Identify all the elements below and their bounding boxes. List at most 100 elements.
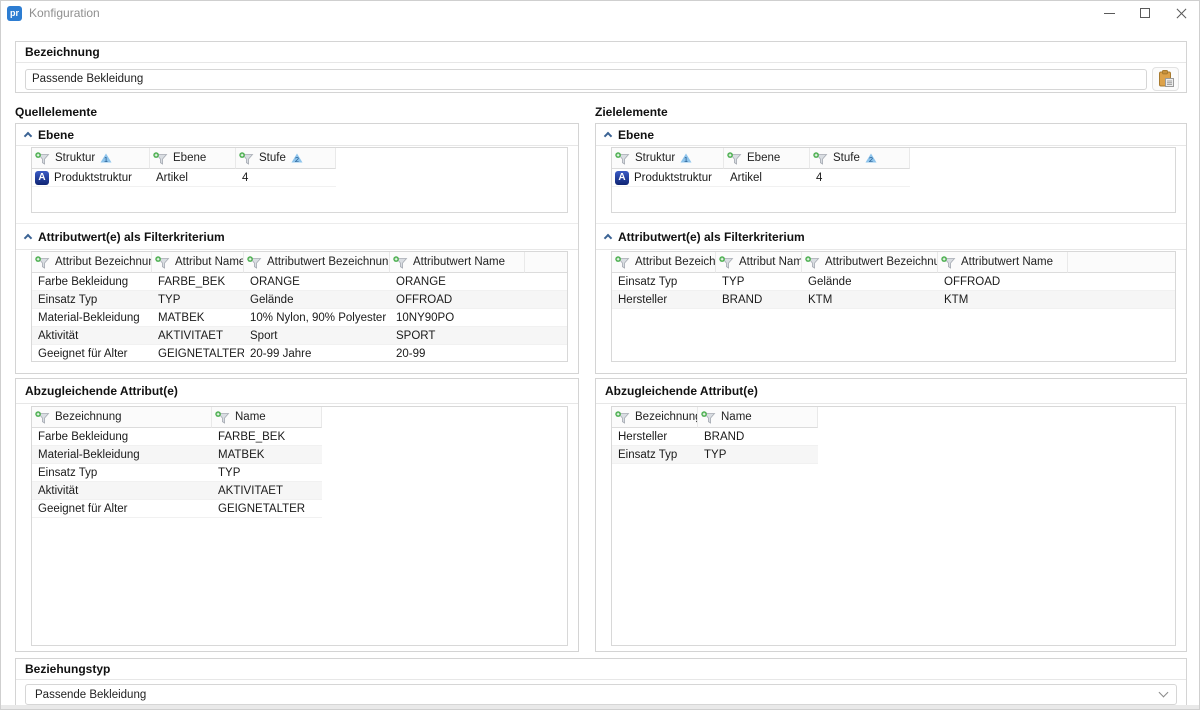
column-label: Attribut Bezeichnung bbox=[55, 256, 152, 268]
cell: Material-Bekleidung bbox=[32, 446, 212, 464]
column-header-bezeichnung[interactable]: Bezeichnung bbox=[612, 407, 698, 428]
add-filter-icon[interactable] bbox=[615, 152, 630, 165]
cell bbox=[525, 345, 567, 362]
table-row[interactable]: AktivitätAKTIVITAETSportSPORT bbox=[32, 327, 567, 345]
group-header-source-filter[interactable]: Attributwert(e) als Filterkriterium bbox=[16, 223, 578, 250]
add-filter-icon[interactable] bbox=[247, 256, 262, 269]
cell: 20-99 bbox=[390, 345, 525, 362]
sort-order-icon[interactable]: 2 bbox=[865, 153, 877, 163]
table-row[interactable]: Material-BekleidungMATBEK bbox=[32, 446, 322, 464]
svg-text:1: 1 bbox=[684, 155, 688, 163]
column-header-attribut-bezeichnung[interactable]: Attribut Bezeichnung bbox=[612, 252, 716, 273]
table-row[interactable]: Einsatz TypTYPGeländeOFFROAD bbox=[612, 273, 1175, 291]
group-title: Ebene bbox=[38, 128, 74, 142]
source-column-title: Quellelemente bbox=[15, 105, 97, 123]
column-header-stufe[interactable]: Stufe 2 bbox=[810, 148, 910, 169]
grid-target-ebene: Struktur1 Ebene Stufe 2 AProduktstrukturArti… bbox=[611, 147, 1176, 213]
cell: MATBEK bbox=[152, 309, 244, 327]
column-header-struktur[interactable]: Struktur1 bbox=[32, 148, 150, 169]
cell: KTM bbox=[802, 291, 938, 309]
table-row[interactable]: HerstellerBRANDKTMKTM bbox=[612, 291, 1175, 309]
cell: ORANGE bbox=[244, 273, 390, 291]
column-header-attributwert-bezeichnung[interactable]: Attributwert Bezeichnung bbox=[244, 252, 390, 273]
column-header-struktur[interactable]: Struktur1 bbox=[612, 148, 724, 169]
add-filter-icon[interactable] bbox=[155, 256, 170, 269]
cell: Gelände bbox=[802, 273, 938, 291]
svg-text:2: 2 bbox=[869, 155, 873, 163]
cell bbox=[1068, 291, 1175, 309]
column-label: Ebene bbox=[173, 152, 206, 164]
table-row[interactable]: Geeignet für AlterGEIGNETALTER bbox=[32, 500, 322, 518]
add-filter-icon[interactable] bbox=[35, 411, 50, 424]
beziehungstyp-select[interactable]: Passende Bekleidung bbox=[25, 684, 1177, 705]
group-header-target-filter[interactable]: Attributwert(e) als Filterkriterium bbox=[596, 223, 1186, 250]
column-header-attributwert-name[interactable]: Attributwert Name bbox=[938, 252, 1068, 273]
column-header-attributwert-name[interactable]: Attributwert Name bbox=[390, 252, 525, 273]
cell: Sport bbox=[244, 327, 390, 345]
table-row[interactable]: AProduktstrukturArtikel4 bbox=[32, 169, 336, 187]
konfiguration-window: pr Konfiguration Bezeichnung bbox=[0, 0, 1200, 710]
collapse-icon bbox=[24, 234, 32, 242]
add-filter-icon[interactable] bbox=[805, 256, 820, 269]
add-filter-icon[interactable] bbox=[615, 411, 630, 424]
column-header-bezeichnung[interactable]: Bezeichnung bbox=[32, 407, 212, 428]
table-row[interactable]: Farbe BekleidungFARBE_BEKORANGEORANGE bbox=[32, 273, 567, 291]
table-row[interactable]: Geeignet für AlterGEIGNETALTER20-99 Jahr… bbox=[32, 345, 567, 362]
column-header-ebene[interactable]: Ebene bbox=[724, 148, 810, 169]
cell: Artikel bbox=[724, 169, 810, 187]
column-header-name[interactable]: Name bbox=[212, 407, 322, 428]
column-header-attribut-name[interactable]: Attribut Name bbox=[152, 252, 244, 273]
cell: 4 bbox=[236, 169, 336, 187]
column-label: Ebene bbox=[747, 152, 780, 164]
window-title: Konfiguration bbox=[29, 6, 100, 20]
minimize-button[interactable] bbox=[1091, 1, 1127, 25]
add-filter-icon[interactable] bbox=[215, 411, 230, 424]
add-filter-icon[interactable] bbox=[727, 152, 742, 165]
sort-order-icon[interactable]: 1 bbox=[100, 153, 112, 163]
data-grid-table: BezeichnungNameFarbe BekleidungFARBE_BEK… bbox=[32, 407, 322, 518]
column-label: Stufe bbox=[833, 152, 860, 164]
table-row[interactable]: HerstellerBRAND bbox=[612, 428, 818, 446]
cell: AProduktstruktur bbox=[32, 169, 150, 187]
group-header-target-ebene[interactable]: Ebene bbox=[596, 124, 1186, 146]
add-filter-icon[interactable] bbox=[35, 256, 50, 269]
column-header-attribut-name[interactable]: Attribut Name bbox=[716, 252, 802, 273]
group-header-source-ebene[interactable]: Ebene bbox=[16, 124, 578, 146]
cell: Einsatz Typ bbox=[612, 446, 698, 464]
column-header-name[interactable]: Name bbox=[698, 407, 818, 428]
bezeichnung-input[interactable] bbox=[25, 69, 1147, 90]
table-row[interactable]: Material-BekleidungMATBEK10% Nylon, 90% … bbox=[32, 309, 567, 327]
close-button[interactable] bbox=[1163, 1, 1199, 25]
add-filter-icon[interactable] bbox=[239, 152, 254, 165]
table-row[interactable]: Einsatz TypTYP bbox=[32, 464, 322, 482]
add-filter-icon[interactable] bbox=[701, 411, 716, 424]
column-header-attribut-bezeichnung[interactable]: Attribut Bezeichnung bbox=[32, 252, 152, 273]
add-filter-icon[interactable] bbox=[153, 152, 168, 165]
maximize-button[interactable] bbox=[1127, 1, 1163, 25]
column-label: Bezeichnung bbox=[635, 411, 698, 423]
cell: SPORT bbox=[390, 327, 525, 345]
add-filter-icon[interactable] bbox=[813, 152, 828, 165]
table-row[interactable]: Farbe BekleidungFARBE_BEK bbox=[32, 428, 322, 446]
table-row[interactable]: Einsatz TypTYPGeländeOFFROAD bbox=[32, 291, 567, 309]
column-header-attributwert-bezeichnung[interactable]: Attributwert Bezeichnung bbox=[802, 252, 938, 273]
sort-order-icon[interactable]: 1 bbox=[680, 153, 692, 163]
add-filter-icon[interactable] bbox=[393, 256, 408, 269]
add-filter-icon[interactable] bbox=[615, 256, 630, 269]
column-header-ebene[interactable]: Ebene bbox=[150, 148, 236, 169]
sort-order-icon[interactable]: 2 bbox=[291, 153, 303, 163]
table-row[interactable]: Einsatz TypTYP bbox=[612, 446, 818, 464]
add-filter-icon[interactable] bbox=[35, 152, 50, 165]
cell: Geeignet für Alter bbox=[32, 500, 212, 518]
add-filter-icon[interactable] bbox=[941, 256, 956, 269]
column-header-stufe[interactable]: Stufe2 bbox=[236, 148, 336, 169]
column-label: Attributwert Name bbox=[413, 256, 505, 268]
table-row[interactable]: AProduktstrukturArtikel4 bbox=[612, 169, 910, 187]
table-row[interactable]: AktivitätAKTIVITAET bbox=[32, 482, 322, 500]
add-filter-icon[interactable] bbox=[719, 256, 734, 269]
cell bbox=[525, 273, 567, 291]
column-label: Attribut Name bbox=[739, 256, 802, 268]
grid-source-match: BezeichnungNameFarbe BekleidungFARBE_BEK… bbox=[31, 406, 568, 646]
copy-button[interactable] bbox=[1152, 67, 1179, 91]
bezeichnung-section: Bezeichnung bbox=[15, 41, 1187, 93]
